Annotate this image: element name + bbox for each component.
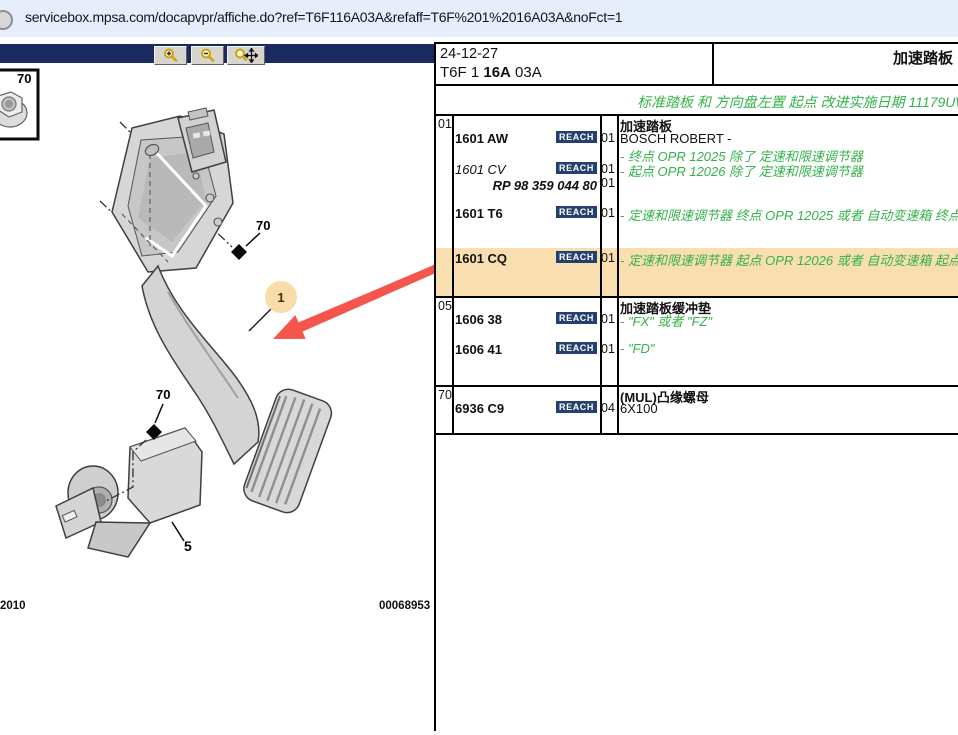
part-qty: 01 <box>601 131 615 145</box>
doc-ref-bold: 16A <box>483 64 511 81</box>
part-qty: 04 <box>601 401 615 415</box>
part-qty: 01 <box>601 342 615 356</box>
part-ref[interactable]: 1601 T6 <box>455 206 503 221</box>
part-qty: 01 <box>601 251 615 265</box>
part-ref[interactable]: 1606 38 <box>455 312 502 327</box>
pedal-pad <box>240 386 335 517</box>
table-top-border <box>434 42 958 44</box>
part-ref[interactable]: 1606 41 <box>455 342 502 357</box>
part-desc-note: - 定速和限速调节器 起点 OPR 12026 或者 自动变速箱 起点 OPR … <box>620 250 958 269</box>
selection-arrow <box>273 264 439 339</box>
upper-70-marker <box>231 233 260 260</box>
reach-badge[interactable]: REACH <box>556 312 597 324</box>
part-qty: 01 <box>601 206 615 220</box>
reach-badge[interactable]: REACH <box>556 206 597 218</box>
callout-1-leader <box>249 309 271 331</box>
reach-badge[interactable]: REACH <box>556 401 597 413</box>
reach-badge[interactable]: REACH <box>556 131 597 143</box>
pedal-callout-1[interactable]: 1 <box>265 281 297 313</box>
group-index: 01 <box>438 117 452 131</box>
part-desc-note: - "FD" <box>620 341 655 356</box>
doc-reference: T6F 1 16A 03A <box>440 64 542 81</box>
doc-ref-prefix: T6F 1 <box>440 64 483 81</box>
buffer-callout-5: 5 <box>184 538 192 554</box>
part-desc-note: - 起点 OPR 12026 除了 定速和限速调节器 <box>620 161 863 180</box>
part-qty: 01 <box>601 176 615 190</box>
part-ref-selected[interactable]: 1601 CQ <box>455 251 507 266</box>
group-index: 70 <box>438 388 452 402</box>
parts-catalog-page: servicebox.mpsa.com/docapvpr/affiche.do?… <box>0 0 958 735</box>
plate-code-right: 00068953 <box>379 600 430 612</box>
upper-marker-label: 70 <box>256 218 270 233</box>
reach-badge[interactable]: REACH <box>556 342 597 354</box>
page-title: 加速踏板 <box>893 47 953 68</box>
reach-badge[interactable]: REACH <box>556 162 597 174</box>
part-ref[interactable]: 6936 C9 <box>455 401 504 416</box>
part-desc-note: - "FX" 或者 "FZ" <box>620 311 712 330</box>
plate-code-left: 2010 <box>0 600 26 612</box>
part-ref[interactable]: 1601 AW <box>455 131 508 146</box>
reach-badge[interactable]: REACH <box>556 251 597 263</box>
doc-ref-suffix: 03A <box>511 64 542 81</box>
header-cell-divider <box>712 44 714 85</box>
header-bottom-border <box>434 84 958 86</box>
part-qty: 01 <box>601 312 615 326</box>
part-desc-note: - 定速和限速调节器 终点 OPR 12025 或者 自动变速箱 终点 OPR … <box>620 205 958 224</box>
replacement-part-ref[interactable]: RP 98 359 044 80 <box>455 178 597 193</box>
pedal-buffer-part <box>56 428 202 557</box>
table-bottom-border <box>434 433 958 435</box>
group-index: 05 <box>438 299 452 313</box>
part-qty: 01 <box>601 162 615 176</box>
doc-date: 24-12-27 <box>440 46 498 62</box>
inset-part-label: 70 <box>17 71 31 86</box>
part-desc: 6X100 <box>620 401 658 416</box>
variant-row-border <box>434 114 958 116</box>
pedal-exploded-diagram <box>0 0 440 735</box>
lower-marker-label: 70 <box>156 387 170 402</box>
pedal-callout-1-label: 1 <box>277 290 284 305</box>
callout-5-leader <box>172 522 184 541</box>
part-desc: BOSCH ROBERT - <box>620 131 731 146</box>
part-ref[interactable]: 1601 CV <box>455 162 506 177</box>
variant-note: 标准踏板 和 方向盘左置 起点 改进实施日期 11179UW <box>637 92 958 112</box>
